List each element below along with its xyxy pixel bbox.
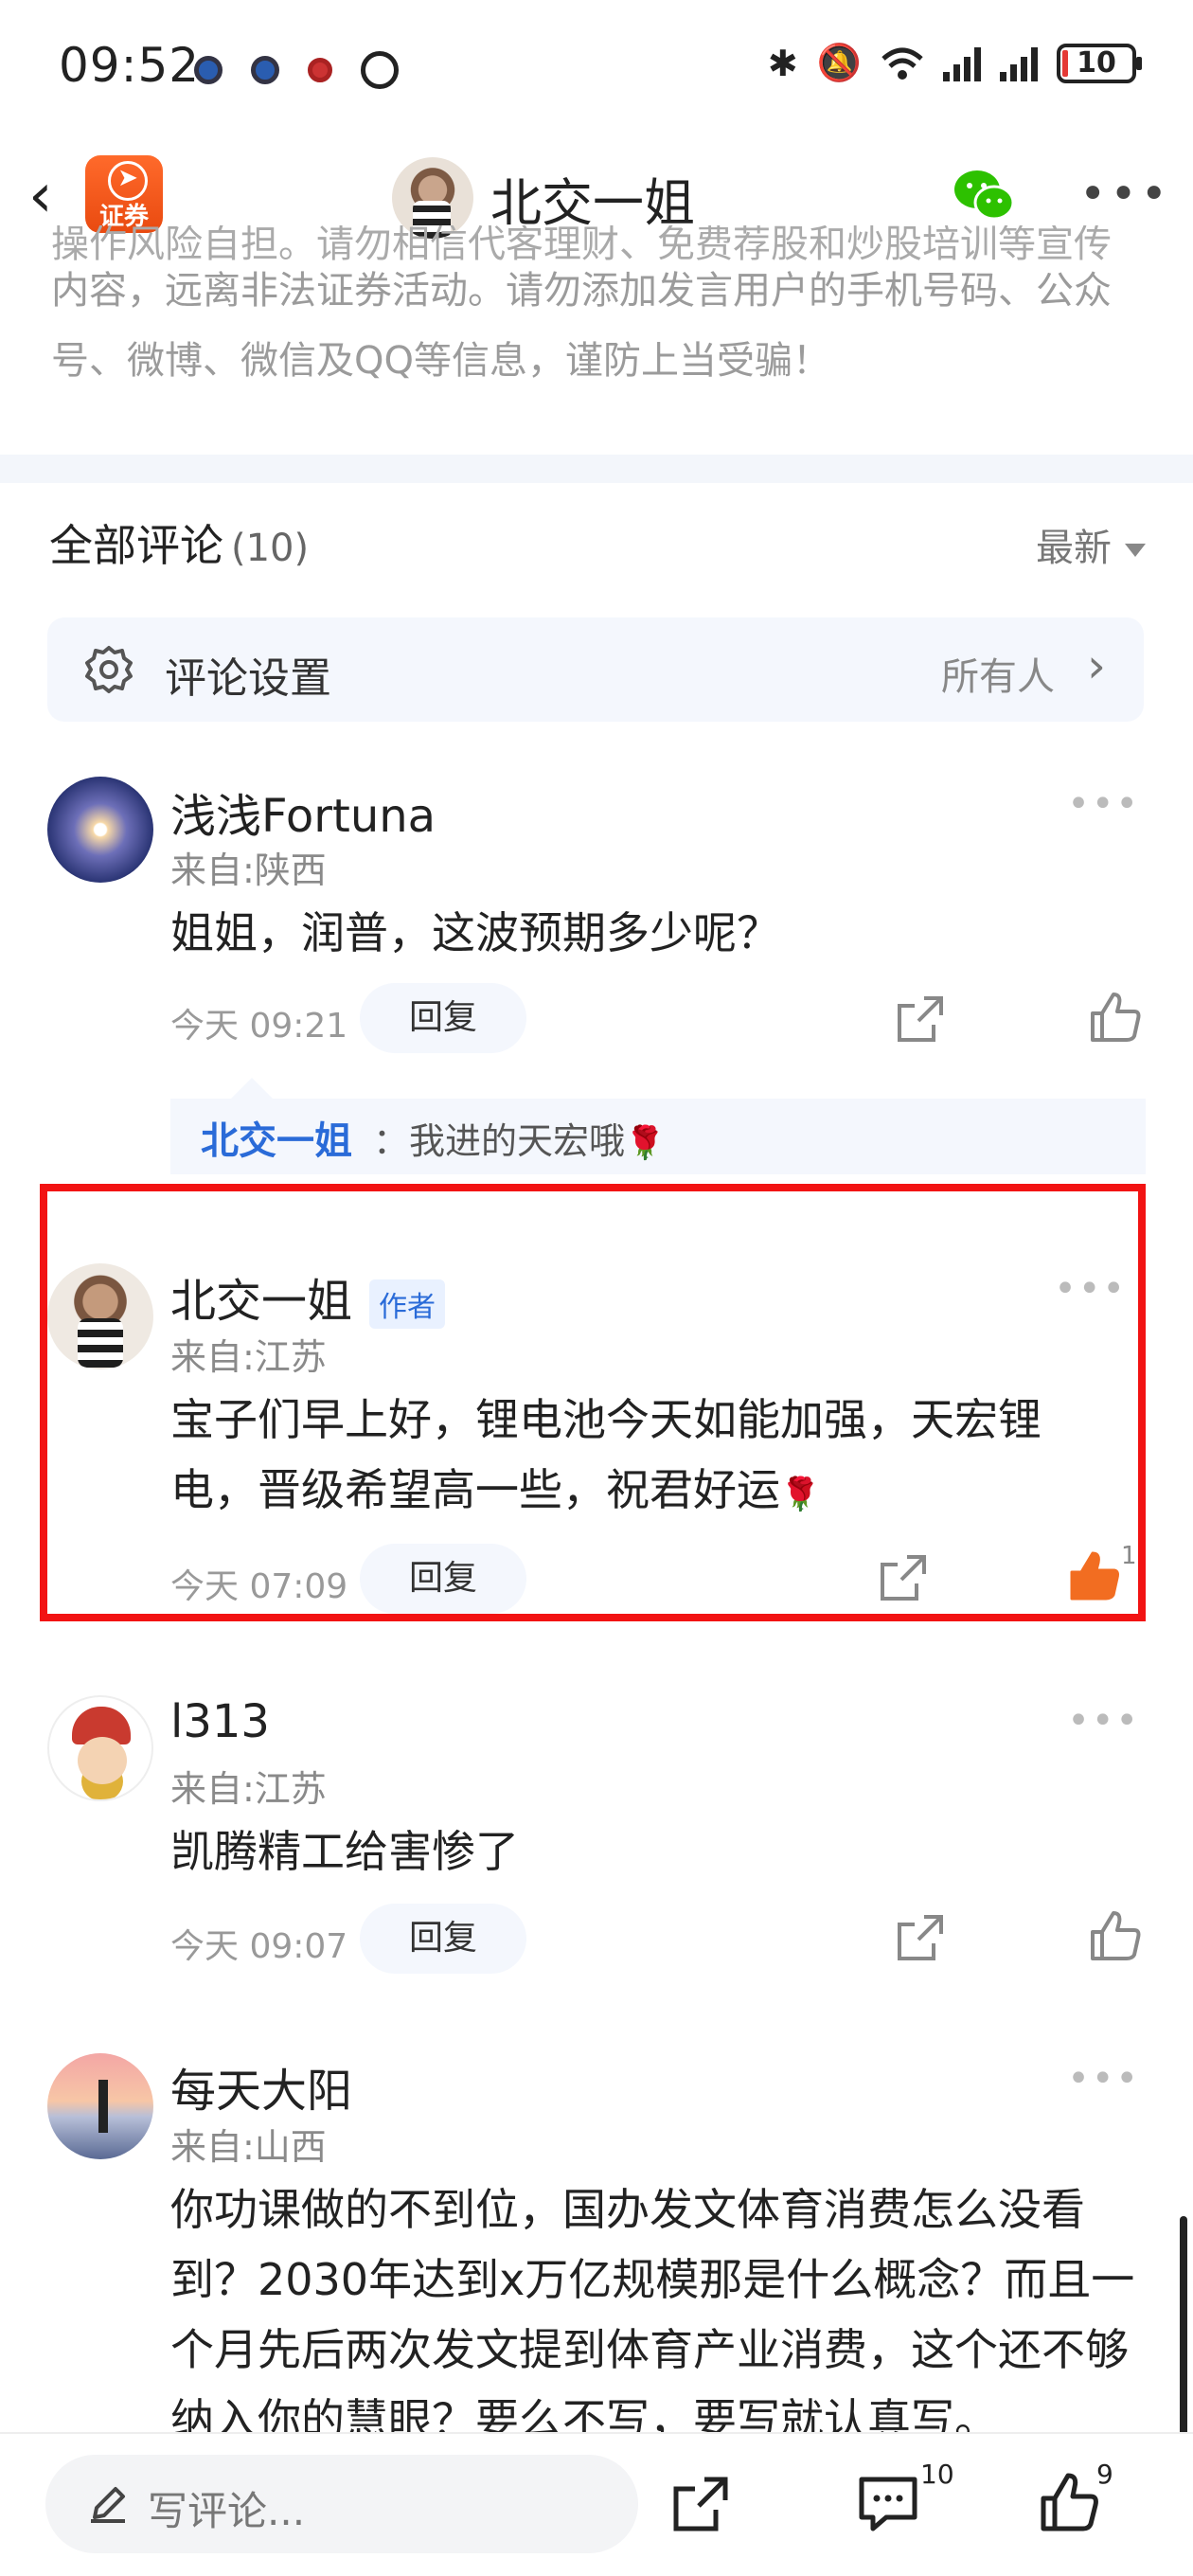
comment-more-icon[interactable]: ••• [1054, 1267, 1127, 1311]
notification-dot-icon [308, 58, 332, 82]
comment-count: 10 [920, 2459, 954, 2490]
settings-label: 评论设置 [165, 654, 331, 703]
comment-author[interactable]: 每天大阳 [170, 2053, 352, 2120]
status-bar: 09:52 ✱ 🔕 10 [0, 0, 1193, 133]
avatar[interactable] [47, 1695, 153, 1801]
bluetooth-icon: ✱ [767, 42, 798, 84]
avatar[interactable] [47, 2053, 153, 2159]
wechat-icon[interactable] [953, 167, 1015, 224]
more-icon[interactable]: ••• [1079, 171, 1171, 217]
avatar[interactable] [47, 777, 153, 883]
reply-button[interactable]: 回复 [360, 1544, 526, 1614]
share-icon[interactable] [896, 1913, 945, 1962]
liked-icon[interactable] [1068, 1549, 1121, 1602]
comment-location: 来自:山西 [170, 2126, 327, 2168]
section-divider [0, 455, 1193, 483]
share-icon[interactable] [672, 2476, 729, 2532]
avatar[interactable] [47, 1263, 153, 1369]
reply-preview[interactable]: 北交一姐 ：我进的天宏哦🌹 [170, 1078, 1146, 1174]
notification-dot-icon [251, 56, 279, 84]
sort-label: 最新 [1036, 527, 1112, 570]
alarm-icon [361, 51, 399, 89]
comment-location: 来自:江苏 [170, 1768, 327, 1810]
comment-author[interactable]: l313 [170, 1695, 270, 1748]
like-count: 1 [1121, 1542, 1137, 1570]
comment-text: 宝子们早上好，锂电池今天如能加强，天宏锂电，晋级希望高一些，祝君好运🌹 [170, 1394, 1042, 1515]
reply-author[interactable]: 北交一姐 [201, 1110, 352, 1165]
comment-location: 来自:江苏 [170, 1336, 327, 1378]
comment-time: 今天 07:09 [170, 1567, 348, 1606]
sort-dropdown[interactable]: 最新 [1036, 517, 1146, 572]
pencil-icon [91, 2487, 125, 2523]
write-comment-placeholder: 写评论... [148, 2488, 306, 2534]
comment-text: 姐姐，润普，这波预期多少呢？ [170, 907, 780, 958]
comment-author[interactable]: 浅浅Fortuna [170, 778, 436, 845]
comment-settings-bar[interactable]: 评论设置 所有人 › [47, 617, 1144, 722]
wifi-icon [881, 47, 923, 80]
author-tag: 作者 [369, 1279, 446, 1329]
reply-text: ：我进的天宏哦🌹 [373, 1120, 666, 1162]
battery-level: 10 [1077, 46, 1116, 80]
chevron-right-icon: › [1087, 638, 1106, 693]
status-time: 09:52 [59, 38, 201, 93]
risk-notice: 内容，远离非法证券活动。请勿添加发言用户的手机号码、公众号、微博、微信及QQ等信… [51, 269, 1112, 383]
status-system-icons: ✱ 🔕 10 [767, 42, 1142, 84]
comments-title: 全部评论 [49, 520, 223, 571]
write-comment-input[interactable]: 写评论... [45, 2455, 638, 2553]
comment-time: 今天 09:21 [170, 1007, 348, 1046]
settings-value: 所有人 [941, 655, 1055, 699]
like-icon[interactable] [1040, 2472, 1100, 2532]
share-icon[interactable] [896, 994, 945, 1044]
rose-icon: 🌹 [625, 1124, 666, 1162]
comment-more-icon[interactable]: ••• [1067, 2057, 1140, 2101]
like-count: 9 [1096, 2459, 1113, 2490]
signal-icon [1000, 45, 1038, 81]
comments-heading: 全部评论 (10) [49, 511, 309, 574]
app-badge[interactable]: 证券 [85, 155, 163, 233]
comment-more-icon[interactable]: ••• [1067, 1699, 1140, 1743]
comment-author[interactable]: 北交一姐 作者 [170, 1263, 446, 1330]
share-icon[interactable] [879, 1553, 928, 1602]
like-icon[interactable] [1089, 1909, 1142, 1962]
caret-down-icon [1125, 544, 1146, 557]
bottom-bar: 写评论... 10 9 [0, 2432, 1193, 2576]
comments-count: (10) [231, 527, 310, 570]
battery-icon: 10 [1057, 43, 1142, 83]
comment-more-icon[interactable]: ••• [1067, 782, 1140, 826]
rose-icon: 🌹 [780, 1476, 821, 1513]
scrollbar[interactable] [1180, 2216, 1187, 2443]
back-icon[interactable]: ‹ [28, 163, 76, 229]
mute-icon: 🔕 [816, 42, 862, 83]
comment-icon[interactable] [858, 2476, 918, 2532]
reply-button[interactable]: 回复 [360, 1904, 526, 1974]
comment-location: 来自:陕西 [170, 850, 327, 891]
comment-text: 你功课做的不到位，国办发文体育消费怎么没看到？2030年达到x万亿规模那是什么概… [170, 2184, 1135, 2432]
reply-button[interactable]: 回复 [360, 983, 526, 1053]
like-icon[interactable] [1089, 991, 1142, 1044]
gear-icon [85, 646, 133, 693]
status-notifications [194, 51, 399, 89]
signal-icon [943, 45, 981, 81]
comment-author-name: 北交一姐 [170, 1275, 353, 1328]
comment-time: 今天 09:07 [170, 1927, 348, 1966]
notification-dot-icon [194, 56, 223, 84]
comment-text: 凯腾精工给害惨了 [170, 1826, 519, 1877]
